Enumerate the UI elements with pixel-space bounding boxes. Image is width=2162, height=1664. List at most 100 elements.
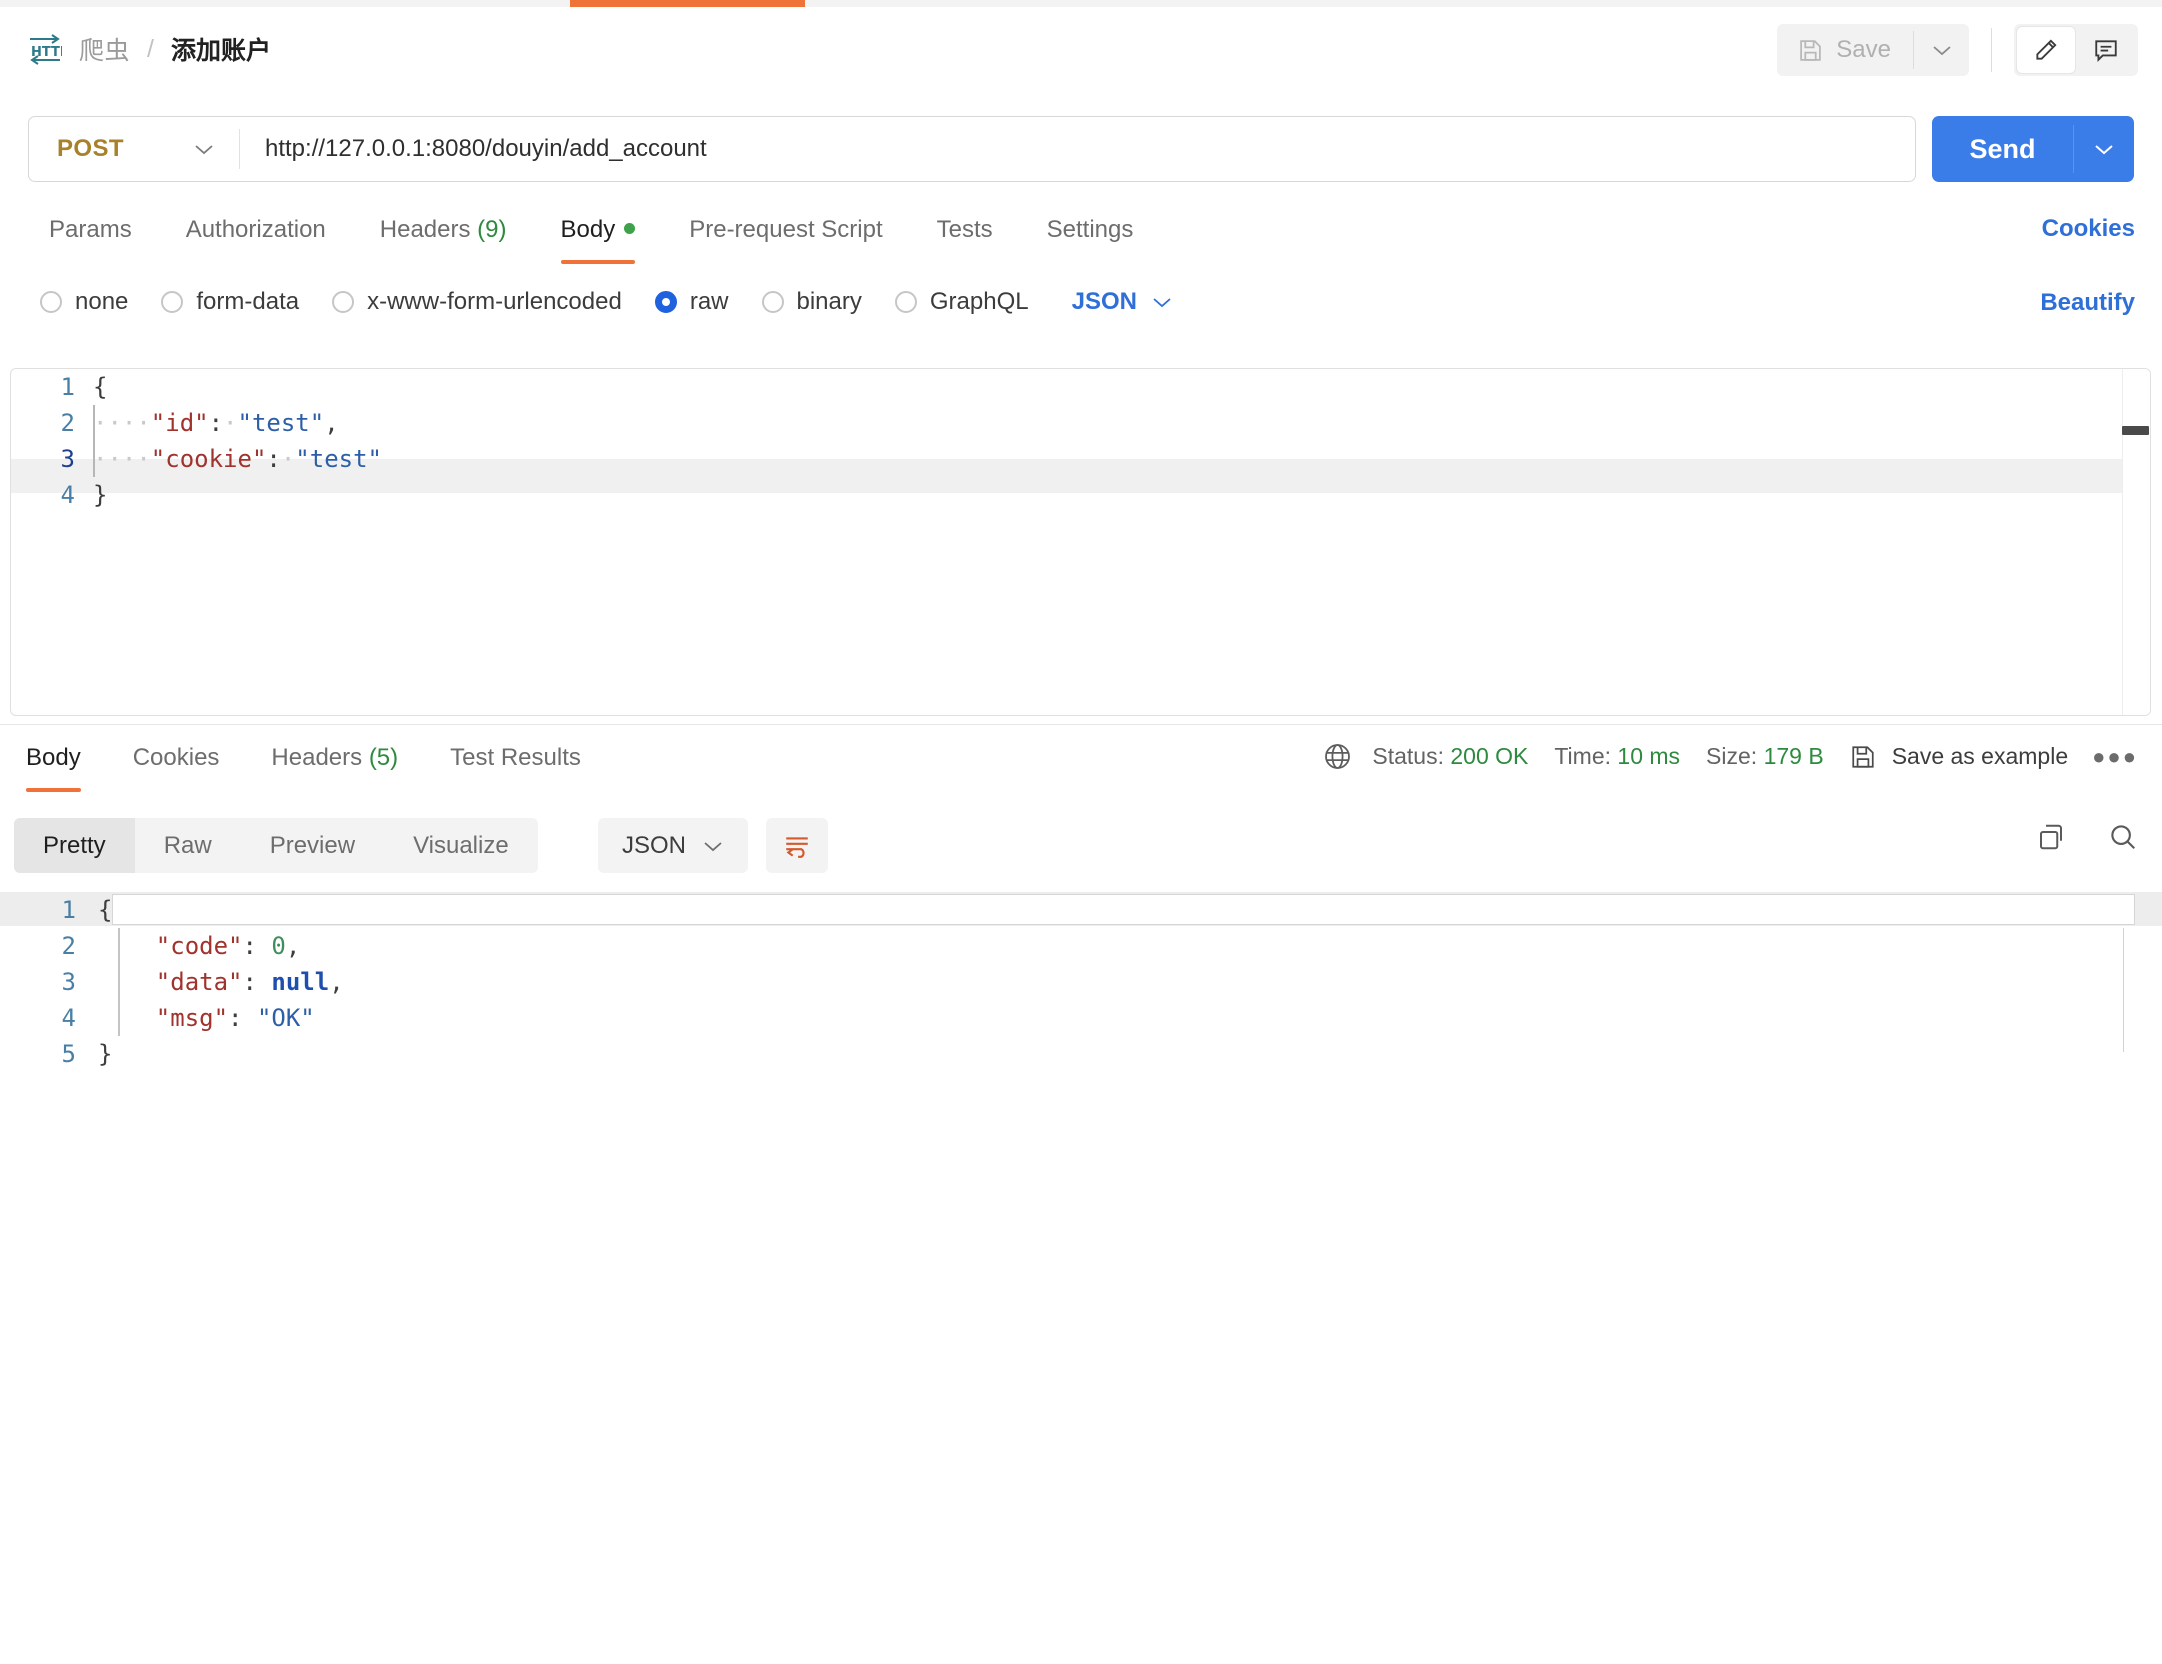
body-type-raw[interactable]: raw [654,288,729,316]
url-bar: POST http://127.0.0.1:8080/douyin/add_ac… [28,116,1916,182]
view-mode-preview[interactable]: Preview [241,818,384,873]
line-number: 5 [61,1040,76,1068]
method-selector[interactable]: POST [29,117,239,181]
url-input[interactable]: http://127.0.0.1:8080/douyin/add_account [240,117,1915,181]
chevron-down-icon [1151,295,1173,309]
code-text: "msg": "OK" [155,1004,315,1032]
edit-button[interactable] [2017,27,2075,73]
body-type-label: x-www-form-urlencoded [367,288,622,315]
line-number: 3 [60,445,75,473]
body-type-none[interactable]: none [40,288,128,316]
send-button-group: Send [1932,116,2134,182]
line-number: 1 [60,373,75,401]
active-tab-indicator[interactable] [570,0,805,7]
response-separator [0,724,2162,725]
request-body-editor[interactable]: 1 { 2 ····"id":·"test", 3 ····"cookie":·… [10,368,2151,716]
tab-params[interactable]: Params [22,212,159,264]
copy-icon[interactable] [2036,822,2066,852]
response-actions [2036,822,2138,852]
scrollbar-thumb[interactable] [2122,426,2149,435]
size-chip: Size: 179 B [1706,743,1824,770]
comment-button[interactable] [2077,27,2135,73]
line-number: 4 [61,1004,76,1032]
status-chip: Status: 200 OK [1372,743,1528,770]
body-type-label: none [75,288,129,315]
send-button[interactable]: Send [1932,116,2073,182]
tab-label: Cookies [132,744,220,771]
response-format-label: JSON [622,831,687,859]
response-tab-list: Body Cookies Headers (5) Test Results [0,740,607,792]
time-label: Time: [1554,743,1612,769]
code-line: 3 "data": null, [0,964,2162,1000]
response-tab-body[interactable]: Body [0,740,107,792]
response-format-selector[interactable]: JSON [598,818,749,873]
tab-headers[interactable]: Headers (9) [353,212,534,264]
code-line: 2 ····"id":·"test", [11,405,2150,441]
body-type-graphql[interactable]: GraphQL [894,288,1029,316]
breadcrumb: HTTP 爬虫 / 添加账户 [28,31,271,67]
svg-text:HTTP: HTTP [31,45,62,60]
body-type-form-data[interactable]: form-data [161,288,299,316]
code-line: 5 } [0,1036,2162,1072]
breadcrumb-current[interactable]: 添加账户 [171,31,271,67]
response-body-viewer[interactable]: 1 { 2 "code": 0, 3 "data": null, 4 "msg"… [0,892,2162,1068]
body-type-label: form-data [196,288,300,315]
send-options-button[interactable] [2074,116,2134,182]
view-mode-raw[interactable]: Raw [135,818,241,873]
body-modified-dot-icon [624,223,636,234]
tab-body[interactable]: Body [534,212,663,264]
view-mode-pretty[interactable]: Pretty [14,818,135,873]
pencil-icon [2033,37,2059,63]
save-as-example-button[interactable]: Save as example [1850,743,2068,770]
radio-icon [161,291,184,313]
search-icon[interactable] [2108,822,2138,852]
http-icon: HTTP [28,33,62,65]
save-button-label: Save [1836,36,1891,63]
word-wrap-button[interactable] [766,818,828,873]
code-text: } [93,481,108,509]
response-tab-test-results[interactable]: Test Results [424,740,607,792]
line-number: 4 [60,481,75,509]
tab-count: (9) [477,216,507,243]
word-wrap-icon [783,833,811,859]
ellipsis-icon[interactable]: ●●● [2092,744,2138,770]
tab-label: Headers [379,216,471,243]
chevron-down-icon [1931,43,1953,57]
code-text: "code": 0, [155,932,301,960]
tab-authorization[interactable]: Authorization [159,212,353,264]
code-text: { [98,896,113,924]
body-type-options: none form-data x-www-form-urlencoded raw… [40,288,1173,316]
tab-pre-request-script[interactable]: Pre-request Script [662,212,909,264]
cookies-link[interactable]: Cookies [2042,215,2135,243]
code-line: 1 { [11,369,2150,405]
chevron-down-icon [702,839,724,853]
code-text: "data": null, [155,968,344,996]
tab-settings[interactable]: Settings [1020,212,1161,264]
save-button-group: Save [1777,24,1969,76]
beautify-link[interactable]: Beautify [2040,289,2135,317]
raw-format-selector[interactable]: JSON [1072,288,1173,316]
save-options-button[interactable] [1914,24,1969,76]
time-chip: Time: 10 ms [1554,743,1680,770]
header-icon-group [2014,24,2138,76]
time-value: 10 ms [1617,743,1681,769]
breadcrumb-parent[interactable]: 爬虫 [79,31,130,67]
tab-label: Test Results [450,744,581,771]
request-tab-list: Params Authorization Headers (9) Body Pr… [22,212,1160,264]
code-text: { [93,373,108,401]
line-number: 3 [61,968,76,996]
request-editor-scrollbar[interactable] [2122,369,2150,715]
window-tab-strip [0,0,2162,7]
tab-label: Body [560,216,616,243]
radio-icon [332,291,355,313]
globe-icon [1323,742,1352,771]
response-tab-cookies[interactable]: Cookies [107,740,246,792]
comment-icon [2093,37,2119,63]
response-tab-headers[interactable]: Headers (5) [245,740,424,792]
body-type-binary[interactable]: binary [761,288,862,316]
tab-tests[interactable]: Tests [910,212,1020,264]
body-type-urlencoded[interactable]: x-www-form-urlencoded [332,288,622,316]
status-value: 200 OK [1450,743,1529,769]
view-mode-visualize[interactable]: Visualize [384,818,538,873]
save-button[interactable]: Save [1777,24,1913,76]
